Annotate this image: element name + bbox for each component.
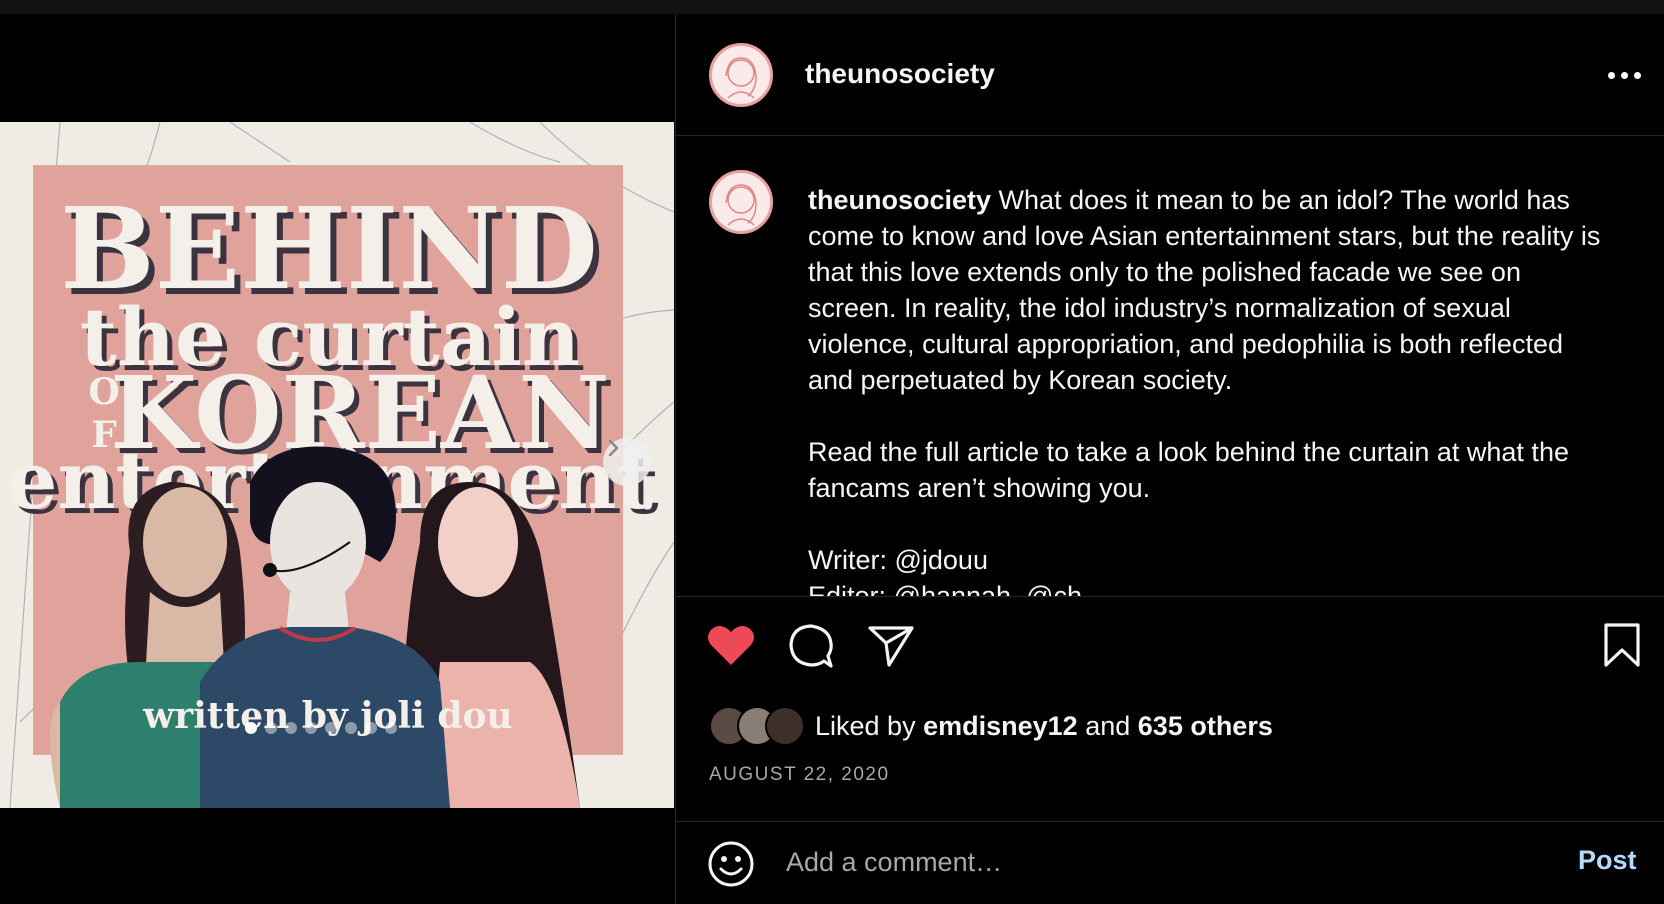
caption-editor: Editor: @hannah_@ch... — [808, 581, 1105, 596]
caption-writer: Writer: @jdouu — [808, 545, 988, 575]
chevron-right-icon — [608, 439, 619, 457]
actions-area: Liked by emdisney12 and 635 others AUGUS… — [676, 596, 1664, 822]
comment-area: Post — [676, 822, 1664, 904]
post-date[interactable]: AUGUST 22, 2020 — [709, 764, 890, 786]
liked-by-prefix: Liked by — [815, 710, 916, 741]
avatar-illustration-icon — [725, 57, 757, 99]
comment-icon — [789, 624, 833, 668]
liked-by-row: Liked by emdisney12 and 635 others — [709, 704, 1273, 748]
more-options-button[interactable] — [1599, 60, 1649, 90]
caption-area: theunosociety What does it mean to be an… — [676, 136, 1664, 596]
carousel-dot — [285, 722, 297, 734]
avatar[interactable] — [709, 170, 773, 234]
carousel-dot — [265, 722, 277, 734]
post-image[interactable]: BEHIND BEHIND the curtain the curtain O … — [0, 122, 674, 808]
bookmark-button[interactable] — [1603, 623, 1641, 672]
liker-avatar[interactable] — [765, 706, 805, 746]
share-icon — [868, 626, 914, 667]
carousel-dot — [345, 722, 357, 734]
carousel-dot — [325, 722, 337, 734]
liked-by-text: Liked by emdisney12 and 635 others — [815, 711, 1273, 742]
liked-by-joiner: and — [1085, 710, 1131, 741]
comment-input[interactable] — [786, 842, 1486, 882]
more-icon — [1607, 71, 1615, 79]
share-button[interactable] — [868, 625, 914, 672]
post-panel: theunosociety theunosociety What does it… — [675, 14, 1664, 904]
emoji-button[interactable] — [707, 840, 755, 893]
post-comment-button[interactable]: Post — [1578, 845, 1637, 876]
avatar-illustration-icon — [725, 184, 757, 226]
heart-icon — [708, 626, 754, 665]
carousel-dot — [385, 722, 397, 734]
carousel-next-button[interactable] — [603, 438, 651, 486]
carousel-dots — [0, 722, 658, 734]
media-area: BEHIND BEHIND the curtain the curtain O … — [0, 14, 674, 904]
comment-button[interactable] — [788, 623, 834, 674]
liked-by-user-link[interactable]: emdisney12 — [923, 711, 1078, 741]
post-header: theunosociety — [676, 14, 1664, 136]
caption-paragraph: Read the full article to take a look beh… — [808, 437, 1569, 503]
emoji-icon — [708, 841, 754, 887]
carousel-dot — [245, 722, 257, 734]
caption-paragraph: What does it mean to be an idol? The wor… — [808, 185, 1601, 395]
bookmark-icon — [1604, 623, 1640, 667]
caption-text: theunosociety What does it mean to be an… — [808, 182, 1608, 596]
header-username[interactable]: theunosociety — [805, 58, 995, 90]
more-icon — [1620, 71, 1628, 79]
post-artwork: BEHIND BEHIND the curtain the curtain O … — [0, 122, 674, 808]
carousel-dot — [365, 722, 377, 734]
more-icon — [1633, 71, 1641, 79]
liked-by-others-link[interactable]: 635 others — [1138, 711, 1273, 741]
top-strip — [0, 0, 1664, 14]
carousel-dot — [305, 722, 317, 734]
caption-username[interactable]: theunosociety — [808, 185, 991, 215]
like-button[interactable] — [707, 623, 755, 672]
avatar[interactable] — [709, 43, 773, 107]
